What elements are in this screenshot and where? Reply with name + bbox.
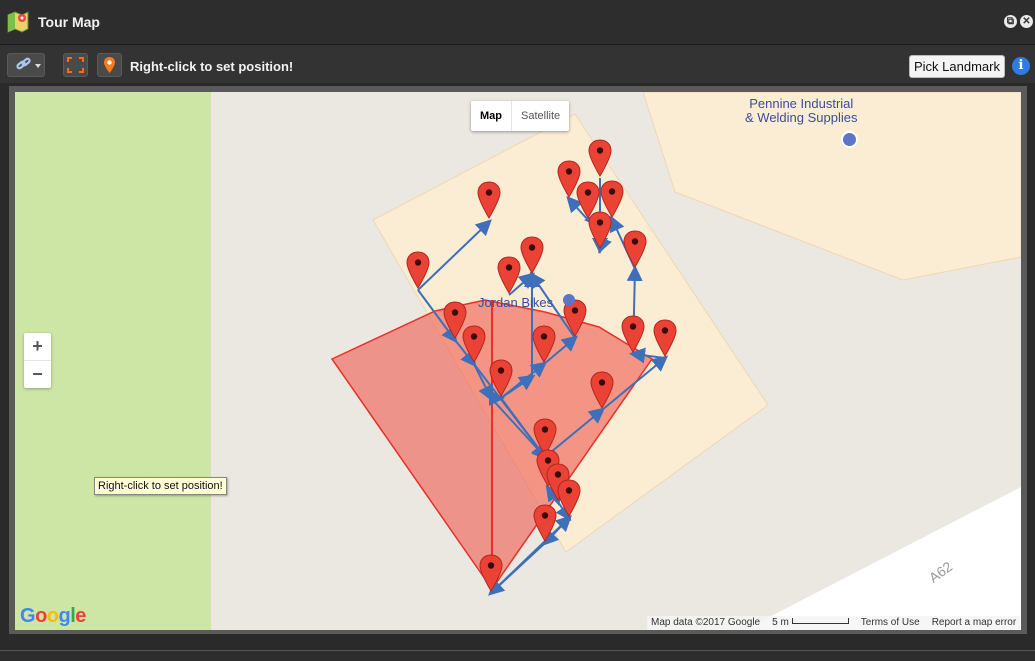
report-error-link[interactable]: Report a map error — [932, 616, 1016, 630]
map-type-control: Map Satellite — [471, 101, 570, 131]
status-text: Right-click to set position! — [130, 59, 294, 74]
title-bar: Tour Map ⧉ ✕ — [0, 0, 1035, 45]
map-type-map[interactable]: Map — [471, 101, 512, 131]
map-view[interactable]: Map Satellite + − Pennine Industrial & W… — [15, 92, 1021, 630]
map-data-text: Map data ©2017 Google — [651, 617, 761, 628]
close-icon[interactable]: ✕ — [1020, 15, 1033, 28]
window-title: Tour Map — [38, 14, 100, 30]
google-logo-letter: o — [46, 605, 59, 627]
zoom-in-button[interactable]: + — [24, 333, 51, 361]
poi-label-line2: & Welding Supplies — [745, 110, 858, 125]
scale-bar — [791, 618, 849, 624]
terms-link[interactable]: Terms of Use — [861, 616, 920, 630]
poi-label-line1: Pennine Industrial — [749, 96, 854, 111]
google-logo-letter: G — [20, 605, 36, 627]
shopping-bag-icon[interactable] — [841, 131, 858, 148]
pick-landmark-button[interactable]: Pick Landmark — [909, 55, 1005, 78]
pin-button[interactable] — [97, 53, 122, 77]
status-bar — [0, 650, 1035, 661]
google-logo: Google — [20, 605, 86, 628]
restore-icon[interactable]: ⧉ — [1004, 15, 1017, 28]
fit-markers-button[interactable] — [63, 53, 88, 77]
google-logo-letter: e — [75, 605, 86, 627]
pin-icon — [104, 57, 115, 73]
fit-markers-icon — [67, 57, 84, 73]
map-type-satellite[interactable]: Satellite — [512, 101, 569, 131]
position-tooltip: Right-click to set position! — [94, 477, 227, 495]
poi-label-pennine[interactable]: Pennine Industrial & Welding Supplies — [745, 97, 858, 125]
link-icon — [16, 57, 41, 70]
zoom-control: + − — [24, 333, 51, 388]
google-logo-letter: o — [35, 605, 47, 627]
road-a62 — [744, 487, 1021, 630]
zoom-out-button[interactable]: − — [24, 361, 51, 388]
map-app-icon — [7, 11, 29, 33]
scale-label: 5 m — [772, 617, 789, 628]
map-canvas — [15, 92, 1021, 630]
link-menu-button[interactable] — [7, 53, 45, 77]
google-logo-letter: g — [58, 605, 71, 627]
map-attribution: Map data ©2017 Google 5 m Terms of Use R… — [647, 616, 1021, 630]
poi-label-jordan-bikes[interactable]: Jordan Bikes — [478, 295, 553, 310]
map-scale: 5 m — [772, 616, 849, 630]
info-icon[interactable]: i — [1012, 57, 1030, 75]
poi-dot-icon[interactable] — [563, 294, 575, 306]
